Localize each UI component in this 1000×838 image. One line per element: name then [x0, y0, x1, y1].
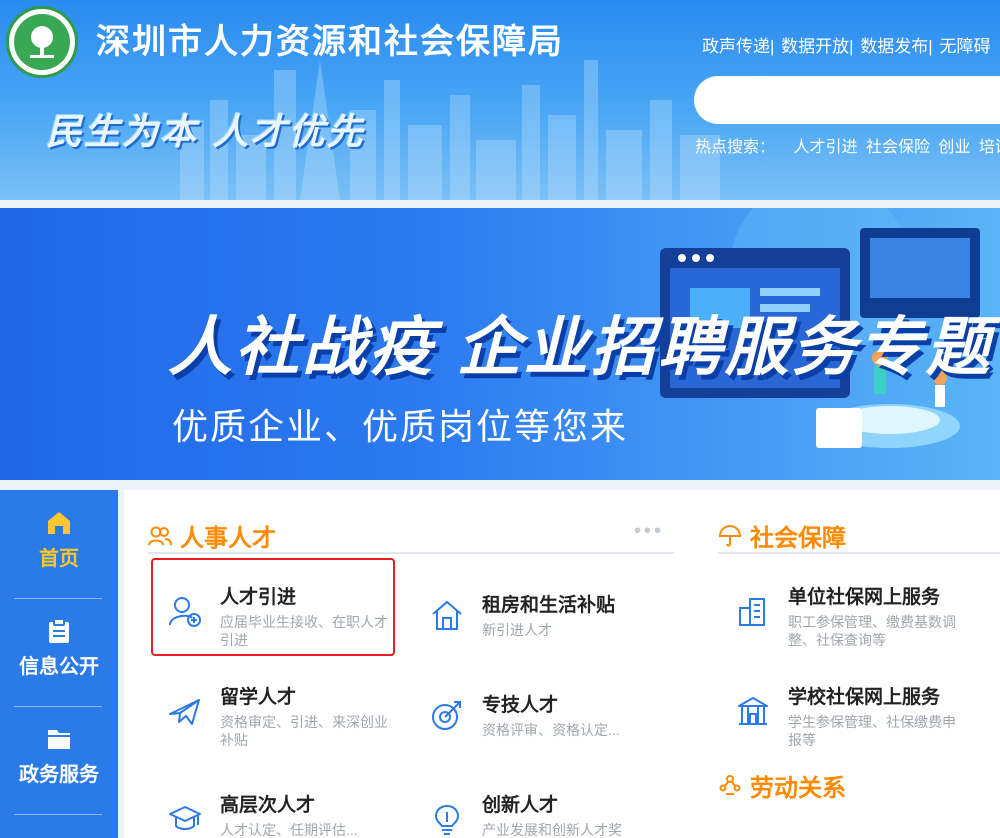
more-icon[interactable]: ••• — [634, 520, 664, 543]
section-divider — [148, 552, 674, 554]
service-item-innovation-talent[interactable]: 创新人才 产业发展和创新人才奖 — [430, 790, 650, 838]
service-desc: 职工参保管理、缴费基数调整、社保查询等 — [788, 614, 956, 648]
service-title: 高层次人才 — [220, 795, 316, 816]
target-icon — [432, 701, 461, 730]
sidebar-item-gov-services[interactable]: 政务服务 — [0, 726, 118, 826]
service-desc: 资格评审、资格认定... — [482, 722, 620, 738]
promo-banner[interactable]: 人社战疫 企业招聘服务专题 优质企业、优质岗位等您来 — [0, 208, 1000, 480]
top-link-data-release[interactable]: 数据发布| — [860, 37, 932, 56]
services-panel: 人事人才 ••• 人才引进 应届毕业生接收、在职人才引进 租房和生活补贴 新引进… — [124, 490, 1000, 838]
sidebar-item-label: 政务服务 — [19, 764, 99, 786]
hot-search: 热点搜索： 人才引进 社会保险 创业 培训 — [695, 133, 1000, 157]
service-item-high-level-talent[interactable]: 高层次人才 人才认定、任期评估... — [168, 790, 388, 838]
service-title: 单位社保网上服务 — [788, 587, 941, 608]
service-title: 人才引进 — [220, 587, 297, 608]
users-icon — [148, 526, 172, 545]
clipboard-icon — [49, 618, 69, 643]
top-link-accessibility[interactable]: 无障碍 — [939, 37, 990, 56]
tree-emblem-icon — [14, 14, 70, 70]
service-item-rent-subsidy[interactable]: 租房和生活补贴 新引进人才 — [430, 590, 650, 639]
banner-subtitle: 优质企业、优质岗位等您来 — [172, 406, 629, 447]
sidebar-divider — [14, 598, 102, 599]
hot-keyword[interactable]: 创业 — [938, 139, 970, 156]
airplane-icon — [169, 699, 200, 725]
banner-title: 人社战疫 企业招聘服务专题 — [168, 311, 993, 383]
sidebar: 首页 信息公开 政务服务 — [0, 490, 118, 838]
section-title: 社会保障 — [750, 525, 846, 552]
service-desc: 资格审定、引进、来深创业补贴 — [220, 714, 388, 748]
people-group-icon — [719, 774, 741, 795]
service-title: 创新人才 — [482, 795, 559, 816]
service-desc: 产业发展和创新人才奖 — [482, 822, 622, 838]
hot-keyword[interactable]: 培训 — [979, 139, 1000, 156]
building-icon — [739, 598, 765, 626]
slogan: 民生为本 人才优先 — [46, 111, 365, 153]
service-desc: 学生参保管理、社保缴费申报等 — [788, 714, 956, 748]
sidebar-divider — [14, 706, 102, 707]
hot-keyword[interactable]: 人才引进 — [793, 139, 857, 156]
service-item-employer-insurance[interactable]: 单位社保网上服务 职工参保管理、缴费基数调整、社保查询等 — [736, 582, 996, 649]
sidebar-item-label: 信息公开 — [19, 656, 99, 678]
top-link-open-data[interactable]: 数据开放| — [781, 37, 853, 56]
site-header: 深圳市人力资源和社会保障局 民生为本 人才优先 政声传递| 数据开放| 数据发布… — [0, 0, 1000, 200]
service-title: 学校社保网上服务 — [788, 687, 941, 708]
service-title: 租房和生活补贴 — [482, 595, 616, 616]
section-header-labor-relations: 劳动关系 — [718, 768, 846, 803]
section-title: 劳动关系 — [750, 775, 846, 802]
service-item-school-insurance[interactable]: 学校社保网上服务 学生参保管理、社保缴费申报等 — [736, 682, 996, 749]
service-item-professional-talent[interactable]: 专技人才 资格评审、资格认定... — [430, 690, 650, 739]
sidebar-item-label: 首页 — [39, 548, 79, 570]
graduation-cap-icon — [169, 806, 201, 830]
service-item-talent-introduction[interactable]: 人才引进 应届毕业生接收、在职人才引进 — [168, 582, 388, 649]
sidebar-divider — [14, 814, 102, 815]
section-header-social-security: 社会保障 — [718, 518, 846, 553]
school-icon — [738, 697, 768, 725]
sidebar-item-info-disclosure[interactable]: 信息公开 — [0, 618, 118, 718]
home-icon — [48, 512, 70, 534]
service-title: 专技人才 — [482, 695, 559, 716]
section-header-personnel: 人事人才 — [148, 518, 276, 553]
top-link-news[interactable]: 政声传递| — [702, 37, 774, 56]
user-add-icon — [169, 597, 201, 627]
service-item-overseas-talent[interactable]: 留学人才 资格审定、引进、来深创业补贴 — [168, 682, 388, 749]
site-title: 深圳市人力资源和社会保障局 — [96, 23, 564, 61]
search-input[interactable] — [694, 76, 1000, 124]
bureau-logo[interactable] — [6, 6, 78, 78]
section-divider — [718, 552, 1000, 554]
sidebar-item-home[interactable]: 首页 — [0, 510, 118, 610]
hot-search-label: 热点搜索： — [695, 139, 776, 156]
service-title: 留学人才 — [220, 687, 297, 708]
folder-icon — [48, 730, 70, 749]
lightbulb-icon — [434, 804, 460, 835]
house-icon — [432, 600, 462, 630]
section-title: 人事人才 — [180, 525, 276, 552]
service-desc: 新引进人才 — [482, 622, 552, 638]
hot-keyword[interactable]: 社会保险 — [866, 139, 930, 156]
top-links: 政声传递| 数据开放| 数据发布| 无障碍 — [702, 32, 992, 57]
umbrella-icon — [718, 524, 742, 546]
service-desc: 人才认定、任期评估... — [220, 822, 358, 838]
service-desc: 应届毕业生接收、在职人才引进 — [220, 614, 388, 648]
